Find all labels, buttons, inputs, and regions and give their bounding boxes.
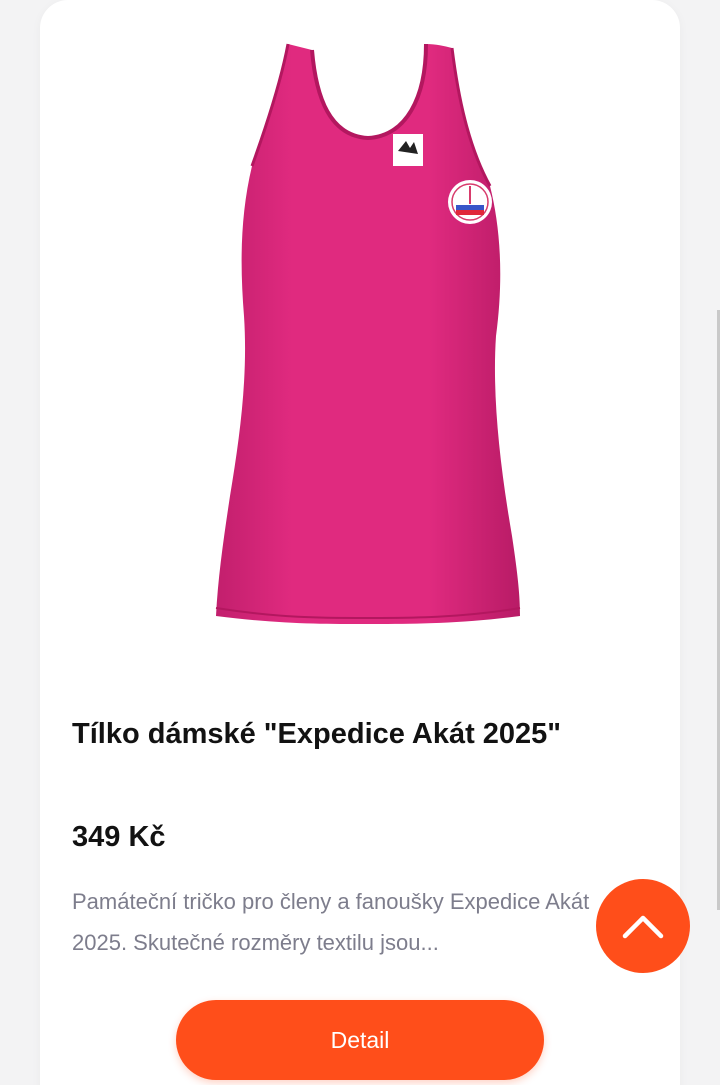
- product-description: Památeční tričko pro členy a fanoušky Ex…: [72, 889, 590, 955]
- pink-tank-top-image[interactable]: [200, 36, 530, 636]
- product-title[interactable]: Tílko dámské "Expedice Akát 2025": [72, 714, 662, 754]
- scroll-to-top-button[interactable]: [596, 879, 690, 973]
- product-price: 349 Kč: [72, 821, 166, 853]
- chevron-up-icon: [622, 915, 664, 939]
- detail-button[interactable]: Detail: [176, 1000, 544, 1080]
- product-page: Tílko dámské "Expedice Akát 2025" 349 Kč…: [0, 0, 720, 1085]
